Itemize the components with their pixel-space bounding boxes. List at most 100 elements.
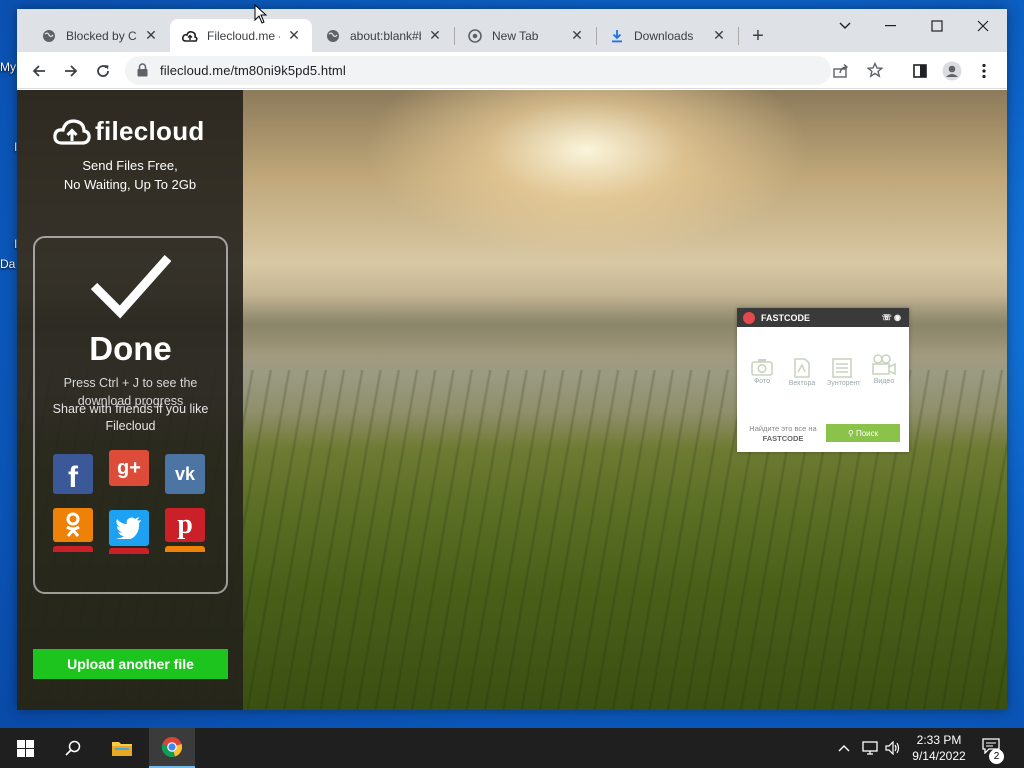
fastcode-popup: FASTCODE ☏ ◉ Фото Вектора Зунторент Виде… [737, 308, 909, 452]
fastcode-video-item[interactable]: Видео [869, 354, 899, 385]
tagline-line-1: Send Files Free, [82, 158, 178, 173]
desktop-icon-label[interactable]: My [0, 60, 16, 74]
url-text[interactable]: filecloud.me/tm80ni9k5pd5.html [160, 63, 346, 78]
folder-icon [112, 742, 132, 756]
new-tab-button[interactable]: + [747, 26, 769, 48]
fastcode-icon-label: Зунторент [827, 380, 861, 387]
windows-logo-icon [16, 739, 34, 757]
done-title: Done [89, 330, 172, 367]
video-camera-icon [872, 354, 896, 376]
camera-icon [751, 359, 773, 376]
download-icon [609, 28, 625, 44]
tab-title: Blocked by Clo [66, 28, 137, 43]
fastcode-icon-label: Вектора [788, 380, 816, 387]
clock-time: 2:33 PM [916, 733, 962, 747]
side-panel-button[interactable] [908, 59, 932, 83]
upload-another-file-button[interactable]: Upload another file [33, 649, 228, 679]
fastcode-find-line-1: Найдите это все на [749, 424, 817, 433]
social-button-partial[interactable] [109, 548, 149, 554]
forward-button[interactable] [59, 59, 83, 83]
tagline-line-2: No Waiting, Up To 2Gb [63, 177, 197, 192]
fastcode-logo-icon [743, 311, 755, 324]
social-button-partial[interactable] [165, 546, 205, 552]
pinterest-share-button[interactable]: p [165, 508, 205, 542]
tab-title: New Tab [492, 28, 539, 43]
fastcode-title: FASTCODE [761, 312, 811, 323]
menu-kebab-icon[interactable] [972, 59, 996, 83]
fastcode-icon-label: Фото [753, 378, 771, 385]
tab-title: Downloads [634, 28, 694, 43]
odnoklassniki-share-button[interactable] [53, 508, 93, 542]
chrome-taskbar-button[interactable] [149, 728, 195, 768]
close-window-button[interactable] [971, 15, 995, 37]
google-plus-share-button[interactable]: g+ [109, 450, 149, 486]
reload-button[interactable] [91, 59, 115, 83]
filecloud-cloud-icon [182, 28, 198, 44]
vk-share-button[interactable]: vk [165, 454, 205, 494]
profile-avatar[interactable] [940, 59, 964, 83]
tab-title: Filecloud.me - [207, 28, 280, 43]
tab-about-blank[interactable]: about:blank#b ✕ [313, 19, 453, 52]
share-text: Share with friends if you like Filecloud [52, 402, 209, 433]
page-content: filecloud Send Files Free, No Waiting, U… [17, 90, 1007, 710]
minimize-button[interactable] [879, 15, 903, 37]
tab-downloads[interactable]: Downloads ✕ [597, 19, 737, 52]
google-plus-icon: g+ [117, 456, 141, 479]
checkmark-icon [90, 255, 172, 319]
show-hidden-icons-button[interactable] [838, 728, 850, 768]
globe-icon [325, 28, 341, 44]
vector-file-icon [794, 358, 810, 378]
filecloud-cloud-icon [53, 118, 91, 145]
tab-separator [738, 27, 739, 45]
browser-toolbar: filecloud.me/tm80ni9k5pd5.html [17, 52, 1007, 89]
close-icon[interactable]: ✕ [569, 27, 585, 44]
tab-blocked[interactable]: Blocked by Clo ✕ [29, 19, 169, 52]
filecloud-logo[interactable]: filecloud [53, 116, 205, 147]
fastcode-find-line-2: FASTCODE [762, 434, 804, 443]
close-icon[interactable]: ✕ [711, 27, 727, 44]
network-icon [862, 741, 878, 755]
facebook-share-button[interactable]: f [53, 454, 93, 494]
close-icon[interactable]: ✕ [427, 27, 443, 44]
tab-search-button[interactable] [833, 15, 857, 37]
network-button[interactable] [862, 728, 880, 768]
start-button[interactable] [2, 728, 48, 768]
back-button[interactable] [27, 59, 51, 83]
volume-button[interactable] [885, 728, 901, 768]
tab-title: about:blank#b [350, 28, 421, 43]
filecloud-sidebar: filecloud Send Files Free, No Waiting, U… [17, 90, 243, 710]
fastcode-search-button[interactable]: ⚲ Поиск [826, 424, 900, 442]
close-icon[interactable]: ✕ [286, 27, 302, 44]
fastcode-find-text: Найдите это все на FASTCODE [743, 424, 823, 444]
bookmark-star-icon[interactable] [866, 61, 884, 83]
fastcode-torrent-item[interactable]: Зунторент [827, 358, 861, 387]
search-button[interactable] [50, 728, 96, 768]
address-bar[interactable]: filecloud.me/tm80ni9k5pd5.html [125, 56, 884, 85]
speaker-icon [885, 741, 900, 755]
chrome-icon [467, 28, 483, 44]
search-icon [65, 740, 81, 756]
browser-window: Blocked by Clo ✕ Filecloud.me - ✕ about:… [17, 9, 1007, 710]
fastcode-search-label: Поиск [855, 428, 879, 438]
desktop-icon-label[interactable]: Da [0, 257, 15, 271]
phone-chat-icon[interactable]: ☏ ◉ [882, 313, 901, 322]
fastcode-photo-item[interactable]: Фото [747, 358, 777, 385]
tab-new-tab[interactable]: New Tab ✕ [455, 19, 595, 52]
notification-count-badge: 2 [989, 749, 1004, 764]
fastcode-header: FASTCODE ☏ ◉ [737, 308, 909, 327]
share-icon[interactable] [833, 63, 849, 83]
system-clock[interactable]: 2:33 PM 9/14/2022 [907, 732, 971, 764]
lock-icon[interactable] [137, 63, 151, 78]
torrent-icon [832, 358, 852, 378]
fastcode-vector-item[interactable]: Вектора [787, 358, 817, 387]
maximize-button[interactable] [925, 15, 949, 37]
twitter-share-button[interactable] [109, 510, 149, 546]
file-explorer-button[interactable] [99, 728, 145, 768]
pinterest-icon: p [177, 509, 193, 540]
tab-filecloud[interactable]: Filecloud.me - ✕ [170, 19, 312, 52]
social-button-partial[interactable] [53, 546, 93, 552]
fastcode-icon-label: Видео [873, 378, 895, 385]
done-panel: Done Press Ctrl + J to see the download … [33, 236, 228, 594]
close-icon[interactable]: ✕ [143, 27, 159, 44]
mouse-cursor-icon [254, 4, 268, 24]
